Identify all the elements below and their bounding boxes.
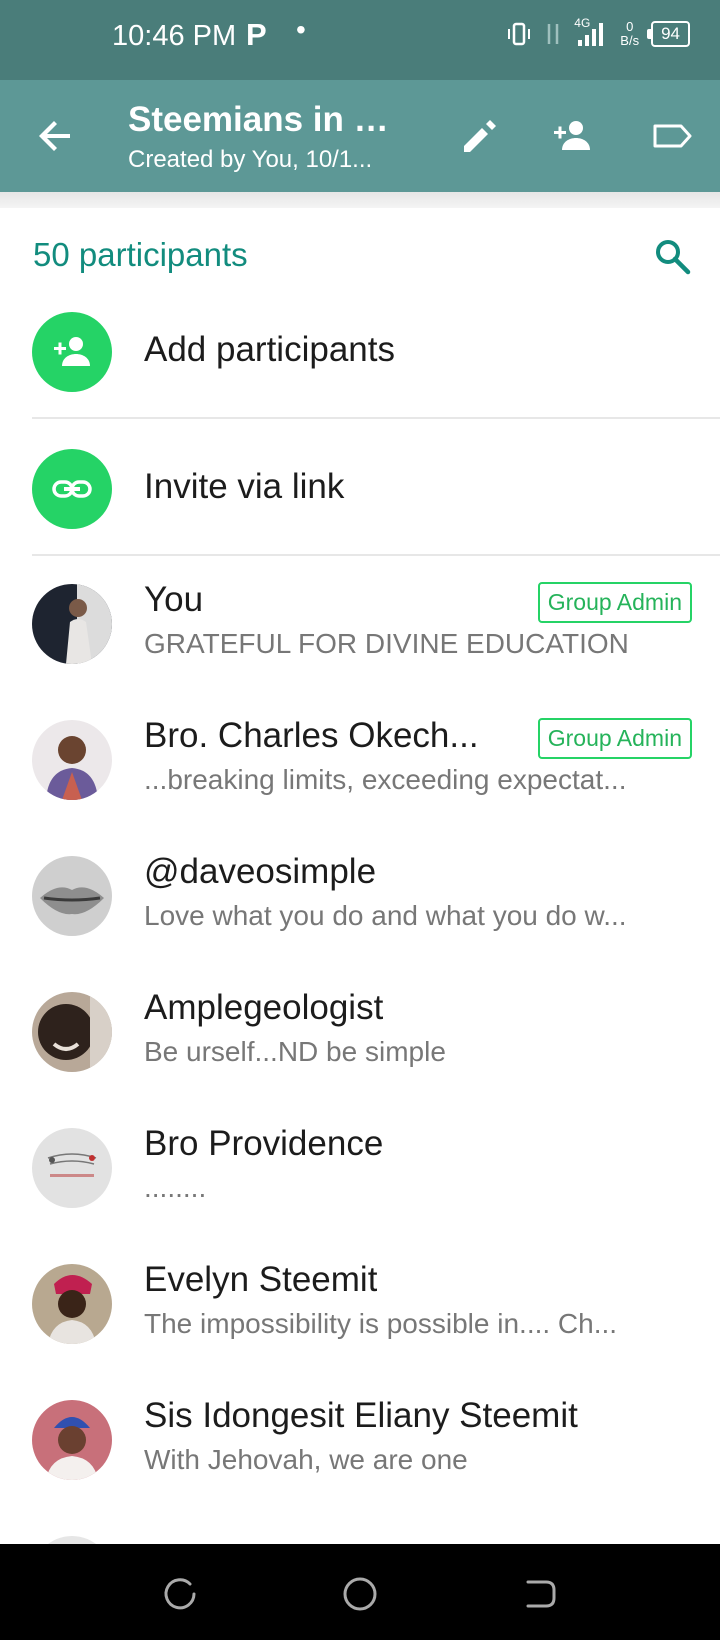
recent-apps-icon[interactable] <box>160 1574 200 1614</box>
participant-name: Evelyn Steemit <box>144 1260 378 1299</box>
participant-row-partial[interactable] <box>0 1514 720 1544</box>
participant-row[interactable]: Bro Providence ........ <box>0 1106 720 1236</box>
group-subtitle: Created by You, 10/1... <box>128 146 373 173</box>
participant-about: With Jehovah, we are one <box>144 1444 468 1475</box>
invite-via-link-button[interactable]: Invite via link <box>0 433 720 543</box>
participant-name: Sis Idongesit Eliany Steemit <box>144 1396 578 1435</box>
status-time: 10:46 PM <box>112 20 237 52</box>
avatar[interactable] <box>32 1264 112 1344</box>
edit-pencil-icon[interactable] <box>458 114 502 158</box>
data-rate-value: 0 <box>626 19 634 34</box>
link-icon <box>52 480 92 498</box>
participant-about: Love what you do and what you do w... <box>144 900 627 931</box>
avatar[interactable] <box>32 1400 112 1480</box>
navigation-bar <box>0 1544 720 1640</box>
participant-name: Bro. Charles Okech... <box>144 716 479 755</box>
participant-name: Amplegeologist <box>144 988 384 1027</box>
participant-about: Be urself...ND be simple <box>144 1036 446 1067</box>
avatar[interactable] <box>32 1128 112 1208</box>
search-icon[interactable] <box>652 236 692 276</box>
divider <box>32 554 720 556</box>
group-admin-badge: Group Admin <box>537 718 692 759</box>
app-bar-shadow <box>0 192 720 208</box>
data-arrows-icon <box>548 24 559 44</box>
avatar[interactable] <box>32 1536 112 1544</box>
participant-row[interactable]: Bro. Charles Okech... Group Admin ...bre… <box>0 698 720 828</box>
participant-row[interactable]: @daveosimple Love what you do and what y… <box>0 834 720 964</box>
participant-about: ........ <box>144 1172 207 1203</box>
person-add-icon <box>54 337 90 366</box>
data-rate: 0 B/s <box>620 20 639 48</box>
avatar[interactable] <box>32 992 112 1072</box>
back-nav-icon[interactable] <box>520 1574 560 1614</box>
participant-row[interactable]: Sis Idongesit Eliany Steemit With Jehova… <box>0 1378 720 1508</box>
add-participants-button[interactable]: Add participants <box>0 296 720 406</box>
participant-about: GRATEFUL FOR DIVINE EDUCATION <box>144 628 629 659</box>
add-participants-label: Add participants <box>144 330 395 369</box>
participants-count: 50 participants <box>33 236 248 273</box>
invite-via-link-label: Invite via link <box>144 467 345 506</box>
back-arrow-icon[interactable] <box>36 116 76 156</box>
participant-name: Bro Providence <box>144 1124 384 1163</box>
status-icons: 4G 0 B/s 94 <box>506 16 690 48</box>
participant-about: The impossibility is possible in.... Ch.… <box>144 1308 618 1339</box>
participant-row[interactable]: You Group Admin GRATEFUL FOR DIVINE EDUC… <box>0 562 720 692</box>
avatar[interactable] <box>32 584 112 664</box>
avatar[interactable] <box>32 856 112 936</box>
vibrate-icon <box>508 22 531 46</box>
status-bar: 10:46 PM P • 4G 0 B/s 94 <box>0 0 720 80</box>
participant-name: @daveosimple <box>144 852 377 891</box>
network-type: 4G <box>574 16 591 30</box>
battery-icon: 94 <box>647 21 690 47</box>
data-rate-unit: B/s <box>620 33 640 48</box>
group-header[interactable]: Steemians in U... Created by You, 10/1..… <box>128 100 408 174</box>
participant-name: You <box>144 580 204 619</box>
participant-row[interactable]: Evelyn Steemit The impossibility is poss… <box>0 1242 720 1372</box>
add-person-icon[interactable] <box>550 114 594 158</box>
divider <box>32 417 720 419</box>
app-bar: Steemians in U... Created by You, 10/1..… <box>0 80 720 192</box>
group-admin-badge: Group Admin <box>537 582 692 623</box>
home-icon[interactable] <box>340 1574 380 1614</box>
avatar[interactable] <box>32 720 112 800</box>
signal-icon: 4G <box>574 16 608 48</box>
participant-about: ...breaking limits, exceeding expectat..… <box>144 764 627 795</box>
group-title: Steemians in U... <box>128 100 408 139</box>
notification-p-icon: P <box>246 17 267 52</box>
label-tag-icon[interactable] <box>650 114 694 158</box>
participant-row[interactable]: Amplegeologist Be urself...ND be simple <box>0 970 720 1100</box>
notification-dot: • <box>296 14 306 45</box>
invite-link-circle <box>32 449 112 529</box>
add-participants-circle <box>32 312 112 392</box>
